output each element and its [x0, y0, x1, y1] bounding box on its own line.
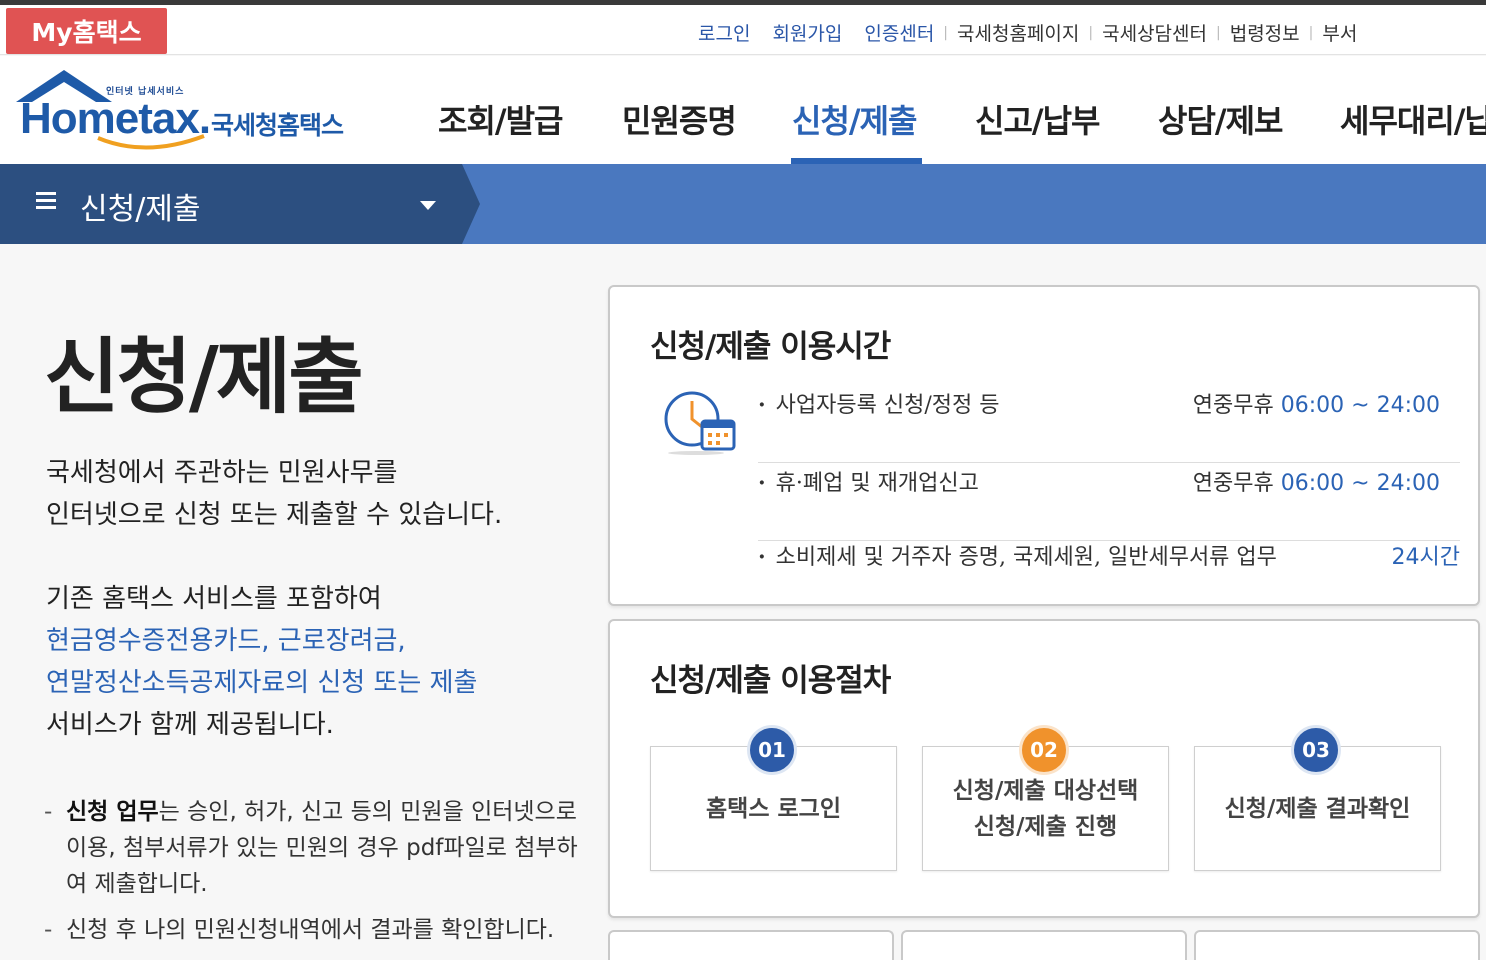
step-line: 신청/제출 대상선택: [952, 777, 1139, 804]
hours-row-time: 연중무휴 06:00 ~ 24:00: [1193, 465, 1440, 497]
intro-text: 국세청에서 주관하는 민원사무를: [46, 458, 398, 488]
intro-text: 기존 홈택스 서비스를 포함하여: [46, 584, 382, 614]
hamburger-icon[interactable]: [36, 190, 56, 210]
my-hometax-button[interactable]: My홈택스: [6, 8, 167, 54]
hours-row-time: 24시간: [1392, 539, 1460, 571]
nav-tax-agent[interactable]: 세무대리/납: [1340, 96, 1486, 142]
step-badge-2: 02: [1019, 725, 1069, 775]
clock-calendar-icon: [664, 391, 736, 455]
hours-row-label: 사업자등록 신청/정정 등: [758, 387, 1000, 419]
separator: |: [1088, 24, 1094, 41]
step-badge-3: 03: [1291, 725, 1341, 775]
intro-bullets: 신청 업무는 승인, 허가, 신고 등의 민원을 인터넷으로 이용, 첨부서류가…: [44, 794, 594, 958]
nav-consult-report[interactable]: 상담/제보: [1158, 96, 1283, 142]
procedure-card: 신청/제출 이용절차 홈택스 로그인 01 신청/제출 대상선택 신청/제출 진…: [608, 619, 1480, 918]
header: 인터넷 납세서비스 Hometax. 국세청홈택스 조회/발급 민원증명 신청/…: [0, 56, 1486, 164]
intro-highlight: 연말정산소득공제자료의 신청 또는 제출: [46, 668, 478, 698]
step-line: 홈택스 로그인: [706, 795, 841, 822]
separator: |: [1308, 24, 1314, 41]
hours-row-label: 휴·폐업 및 재개업신고: [758, 465, 979, 497]
nav-apply-submit[interactable]: 신청/제출: [792, 96, 917, 142]
step-badge-1: 01: [747, 725, 797, 775]
bullet-bold: 신청 업무: [66, 799, 159, 825]
hours-value: 06:00 ~ 24:00: [1280, 393, 1440, 418]
bullet-item: 신청 후 나의 민원신청내역에서 결과를 확인합니다.: [44, 912, 594, 948]
step-text: 신청/제출 대상선택 신청/제출 진행: [953, 773, 1139, 845]
intro-paragraph-1: 국세청에서 주관하는 민원사무를 인터넷으로 신청 또는 제출할 수 있습니다.: [46, 452, 606, 536]
hours-row: 사업자등록 신청/정정 등 연중무휴 06:00 ~ 24:00: [758, 387, 1460, 463]
hours-prefix: 연중무휴: [1192, 393, 1281, 418]
nav-inquiry-issue[interactable]: 조회/발급: [438, 96, 563, 142]
cert-center-link[interactable]: 인증센터: [864, 19, 934, 46]
utility-bar: My홈택스 로그인 회원가입 인증센터 | 국세청홈페이지 | 국세상담센터 |…: [0, 5, 1486, 55]
bullet-item: 신청 업무는 승인, 허가, 신고 등의 민원을 인터넷으로 이용, 첨부서류가…: [44, 794, 594, 902]
step-line: 신청/제출 진행: [973, 813, 1118, 840]
hours-row: 휴·폐업 및 재개업신고 연중무휴 06:00 ~ 24:00: [758, 465, 1460, 541]
signup-link[interactable]: 회원가입: [772, 19, 842, 46]
step-text: 홈택스 로그인: [706, 791, 841, 827]
service-card[interactable]: [608, 930, 894, 960]
hours-prefix: 연중무휴: [1192, 471, 1281, 496]
tax-counsel-link[interactable]: 국세상담센터: [1102, 19, 1207, 46]
intro-text: 서비스가 함께 제공됩니다.: [46, 710, 334, 740]
global-nav: 조회/발급 민원증명 신청/제출 신고/납부 상담/제보 세무대리/납: [0, 56, 1486, 164]
step-line: 신청/제출 결과확인: [1224, 795, 1411, 822]
caret-down-icon[interactable]: [420, 201, 436, 211]
intro-panel: 신청/제출 국세청에서 주관하는 민원사무를 인터넷으로 신청 또는 제출할 수…: [0, 244, 600, 960]
intro-paragraph-2: 기존 홈택스 서비스를 포함하여 현금영수증전용카드, 근로장려금, 연말정산소…: [46, 578, 606, 746]
procedure-title: 신청/제출 이용절차: [650, 663, 891, 699]
sub-nav-title[interactable]: 신청/제출: [80, 184, 201, 228]
login-link[interactable]: 로그인: [698, 19, 750, 46]
hours-row: 소비제세 및 거주자 증명, 국제세원, 일반세무서류 업무 24시간: [758, 539, 1460, 615]
law-info-link[interactable]: 법령정보: [1230, 19, 1300, 46]
nts-homepage-link[interactable]: 국세청홈페이지: [957, 19, 1079, 46]
service-card[interactable]: [901, 930, 1187, 960]
hours-card: 신청/제출 이용시간 사업자등록 신청/정정 등 연중무휴 06:00 ~ 24…: [608, 285, 1480, 606]
step-text: 신청/제출 결과확인: [1225, 791, 1411, 827]
intro-text: 인터넷으로 신청 또는 제출할 수 있습니다.: [46, 500, 503, 530]
sub-nav-bar: 신청/제출: [0, 164, 1486, 244]
hours-value: 24시간: [1391, 545, 1460, 570]
service-card[interactable]: [1194, 930, 1480, 960]
nav-report-pay[interactable]: 신고/납부: [975, 96, 1100, 142]
hours-value: 06:00 ~ 24:00: [1280, 471, 1440, 496]
page-title: 신청/제출: [44, 330, 364, 425]
separator: |: [943, 24, 949, 41]
nav-civil-certificate[interactable]: 민원증명: [622, 96, 737, 142]
utility-links: 로그인 회원가입 인증센터 | 국세청홈페이지 | 국세상담센터 | 법령정보 …: [698, 19, 1357, 46]
hours-row-label: 소비제세 및 거주자 증명, 국제세원, 일반세무서류 업무: [758, 539, 1277, 571]
hours-title: 신청/제출 이용시간: [650, 329, 891, 365]
hours-row-time: 연중무휴 06:00 ~ 24:00: [1193, 387, 1440, 419]
separator: |: [1216, 24, 1221, 41]
department-link[interactable]: 부서: [1322, 19, 1357, 46]
intro-highlight: 현금영수증전용카드, 근로장려금,: [46, 626, 406, 656]
sub-nav-dark-tab[interactable]: [0, 164, 480, 244]
